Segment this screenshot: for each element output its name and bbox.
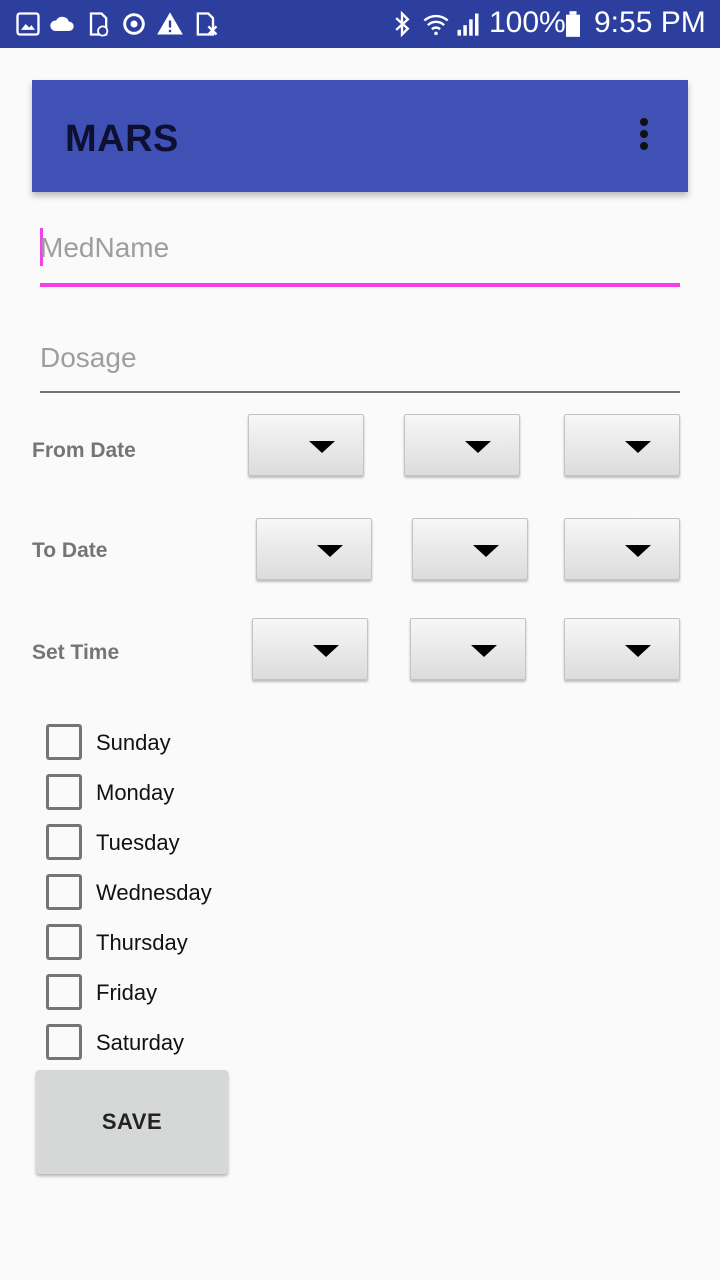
- checkbox-label-friday: Friday: [96, 980, 158, 1005]
- to-date-year-spinner[interactable]: [564, 518, 680, 580]
- clock: 9:55 PM: [594, 6, 706, 39]
- med-name-field[interactable]: MedName: [40, 220, 680, 290]
- gallery-icon: [16, 12, 40, 36]
- dropdown-arrow-icon: [625, 441, 651, 453]
- dropdown-arrow-icon: [625, 645, 651, 657]
- checkbox-label-thursday: Thursday: [96, 930, 188, 955]
- checkbox-thursday[interactable]: [46, 924, 82, 960]
- checkbox-saturday[interactable]: [46, 1024, 82, 1060]
- dropdown-arrow-icon: [313, 645, 339, 657]
- status-bar: 100% 9:55 PM: [0, 0, 720, 48]
- from-date-day-spinner[interactable]: [248, 414, 364, 476]
- wifi-icon: [423, 14, 449, 36]
- checkbox-label-tuesday: Tuesday: [96, 830, 180, 855]
- overflow-menu-icon[interactable]: [632, 118, 656, 154]
- app-bar: MARS: [32, 80, 688, 192]
- checkbox-label-sunday: Sunday: [96, 730, 171, 755]
- app-title: MARS: [65, 118, 179, 160]
- checkbox-wednesday[interactable]: [46, 874, 82, 910]
- to-date-month-spinner[interactable]: [412, 518, 528, 580]
- sd-card-icon: [89, 12, 109, 37]
- checkbox-monday[interactable]: [46, 774, 82, 810]
- battery-percent: 100%: [489, 6, 566, 39]
- med-name-underline: [40, 283, 680, 287]
- save-button[interactable]: SAVE: [36, 1070, 228, 1174]
- cloud-icon: [50, 16, 74, 31]
- signal-icon: [457, 13, 479, 36]
- dosage-underline: [40, 391, 680, 393]
- dosage-field[interactable]: Dosage: [40, 330, 680, 400]
- checkbox-sunday[interactable]: [46, 724, 82, 760]
- from-date-year-spinner[interactable]: [564, 414, 680, 476]
- set-time-label: Set Time: [32, 641, 120, 664]
- checkbox-label-wednesday: Wednesday: [96, 880, 212, 905]
- dropdown-arrow-icon: [309, 441, 335, 453]
- dropdown-arrow-icon: [473, 545, 499, 557]
- battery-icon: [566, 11, 580, 37]
- checkbox-tuesday[interactable]: [46, 824, 82, 860]
- dropdown-arrow-icon: [317, 545, 343, 557]
- set-time-hour-spinner[interactable]: [252, 618, 368, 680]
- sync-icon: [123, 13, 145, 35]
- dropdown-arrow-icon: [465, 441, 491, 453]
- from-date-month-spinner[interactable]: [404, 414, 520, 476]
- checkbox-label-monday: Monday: [96, 780, 175, 805]
- save-button-label: SAVE: [101, 1109, 163, 1134]
- set-time-minute-spinner[interactable]: [410, 618, 526, 680]
- no-sim-icon: [196, 12, 218, 36]
- dropdown-arrow-icon: [625, 545, 651, 557]
- to-date-day-spinner[interactable]: [256, 518, 372, 580]
- to-date-label: To Date: [32, 539, 108, 562]
- checkbox-label-saturday: Saturday: [96, 1030, 185, 1055]
- bluetooth-icon: [395, 10, 410, 38]
- dosage-placeholder: Dosage: [40, 342, 137, 373]
- med-name-placeholder: MedName: [40, 232, 170, 263]
- warning-icon: [157, 12, 183, 35]
- set-time-ampm-spinner[interactable]: [564, 618, 680, 680]
- checkbox-friday[interactable]: [46, 974, 82, 1010]
- from-date-label: From Date: [32, 439, 136, 462]
- dropdown-arrow-icon: [471, 645, 497, 657]
